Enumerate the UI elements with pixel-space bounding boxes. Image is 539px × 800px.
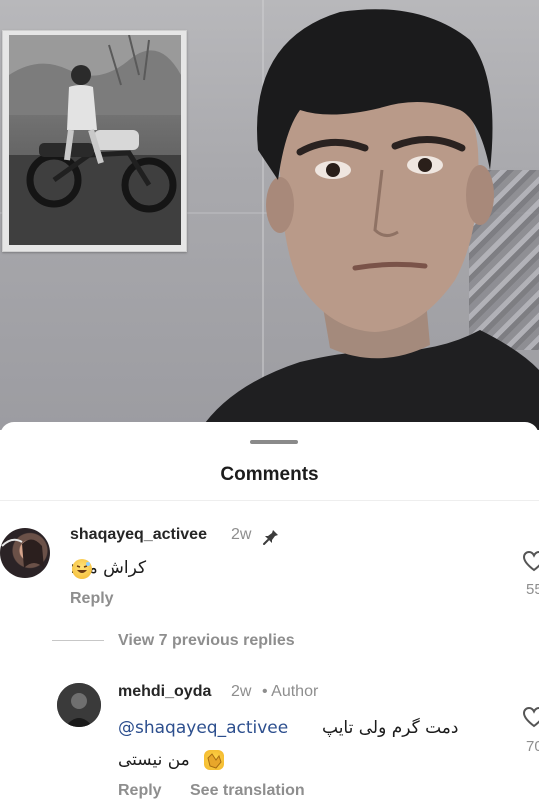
avatar-image (1, 538, 44, 568)
reply-text-line2: من نیستی (118, 750, 190, 770)
comments-title: Comments (220, 464, 319, 485)
comments-sheet: Comments shaqayeq_activee 2w کراش من: Re… (0, 422, 539, 800)
avatar-image (57, 683, 101, 727)
reply-button[interactable]: Reply (118, 782, 162, 800)
avatar[interactable] (0, 528, 50, 578)
reply-time: 2w (231, 683, 252, 700)
reply-mention[interactable]: @shaqayeq_activee (118, 718, 288, 738)
person-portrait (200, 9, 539, 430)
reply-username[interactable]: mehdi_oyda (118, 683, 211, 701)
heart-outline-icon[interactable] (522, 706, 539, 728)
comment-time: 2w (231, 526, 252, 543)
reply-button[interactable]: Reply (70, 590, 114, 608)
divider (0, 500, 539, 501)
view-previous-replies-button[interactable]: View 7 previous replies (118, 632, 295, 650)
see-translation-button[interactable]: See translation (190, 782, 305, 800)
like-count: 55 (526, 581, 539, 598)
avatar[interactable] (57, 683, 101, 727)
author-badge: • Author (262, 683, 319, 700)
heart-outline-icon[interactable] (522, 550, 539, 572)
post-photo (0, 0, 539, 430)
comment-username[interactable]: shaqayeq_activee (70, 526, 207, 544)
mention-link[interactable]: @shaqayeq_activee (118, 718, 288, 738)
clapping-hands-emoji (204, 750, 224, 770)
grinning-sweat-emoji (72, 559, 92, 579)
drag-handle[interactable] (250, 440, 298, 444)
like-count: 70 (526, 738, 539, 755)
pin-icon (263, 530, 278, 545)
reply-text-line1: دمت گرم ولی تایپ (322, 718, 459, 738)
replies-connector-line (52, 640, 104, 641)
